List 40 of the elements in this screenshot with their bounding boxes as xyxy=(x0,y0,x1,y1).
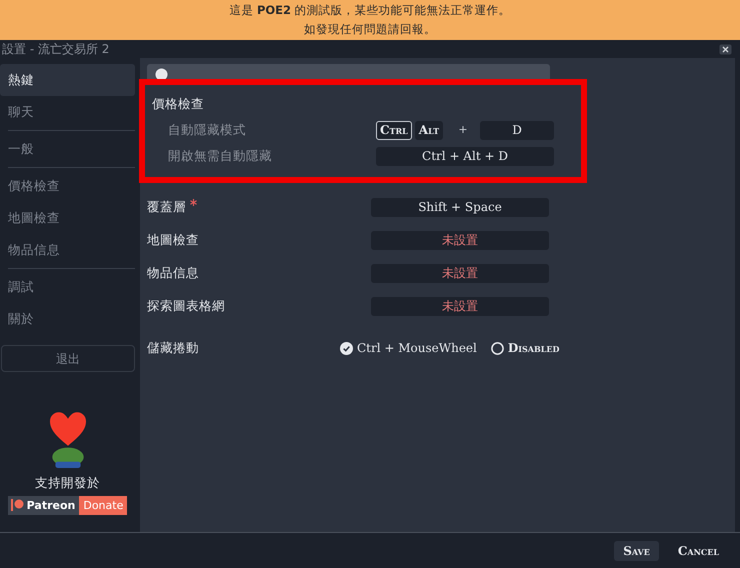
modifier-key[interactable]: Ctrl xyxy=(376,120,412,140)
plus-sign: + xyxy=(457,122,469,138)
sidebar-item[interactable]: 一般 xyxy=(0,133,135,165)
support-text: 支持開發於 xyxy=(35,474,100,492)
sidebar-item[interactable]: 熱鍵 xyxy=(0,64,135,96)
setting-label: 地圖檢查 xyxy=(147,231,199,250)
setting-label: 覆蓋層 xyxy=(147,198,186,216)
toggle-icon xyxy=(155,68,168,82)
key-field[interactable]: D xyxy=(480,120,554,140)
window-title: 設置 - 流亡交易所 2 xyxy=(2,41,110,58)
setting-label: 物品信息 xyxy=(147,264,199,282)
sidebar-item[interactable]: 地圖檢查 xyxy=(0,202,135,234)
patreon-icon xyxy=(10,499,24,512)
radio-option[interactable]: Ctrl + MouseWheel xyxy=(340,339,477,358)
banner-text: 這是 POE2 的測試版，某些功能可能無法正常運作。 xyxy=(229,2,511,19)
donate-link[interactable]: Donate xyxy=(79,496,128,515)
hotkey-field[interactable]: Shift + Space xyxy=(371,198,549,217)
sidebar-item[interactable]: 價格檢查 xyxy=(0,170,135,202)
sidebar-item[interactable]: 聊天 xyxy=(0,96,135,128)
sidebar-item[interactable]: 關於 xyxy=(0,303,135,335)
setting-label: 開啟無需自動隱藏 xyxy=(167,148,272,163)
setting-label: 儲藏捲動 xyxy=(147,340,199,355)
hotkey-field[interactable]: 未設置 xyxy=(371,231,549,250)
patreon-link[interactable]: Patreon xyxy=(8,496,80,515)
banner-text: 如發現任何問題請回報。 xyxy=(304,21,436,38)
hotkey-field[interactable]: Ctrl + Alt + D xyxy=(376,146,554,166)
radio-option[interactable]: Disabled xyxy=(490,339,560,358)
close-icon[interactable] xyxy=(719,44,732,55)
modifier-key[interactable]: Alt xyxy=(414,120,444,140)
setting-label: 自動隱藏模式 xyxy=(167,122,246,137)
hotkey-field[interactable]: 未設置 xyxy=(371,297,549,316)
hotkey-field[interactable]: 未設置 xyxy=(371,264,549,283)
cancel-button[interactable]: Cancel xyxy=(668,540,728,560)
setting-label: 探索圖表格網 xyxy=(147,297,225,316)
sidebar-item[interactable]: 調試 xyxy=(0,271,135,303)
exit-button[interactable]: 退出 xyxy=(1,345,135,372)
sidebar-item[interactable]: 物品信息 xyxy=(0,234,135,266)
section-title: 價格檢查 xyxy=(152,96,204,111)
save-button[interactable]: Save xyxy=(614,540,659,560)
heart-icon xyxy=(50,412,86,446)
